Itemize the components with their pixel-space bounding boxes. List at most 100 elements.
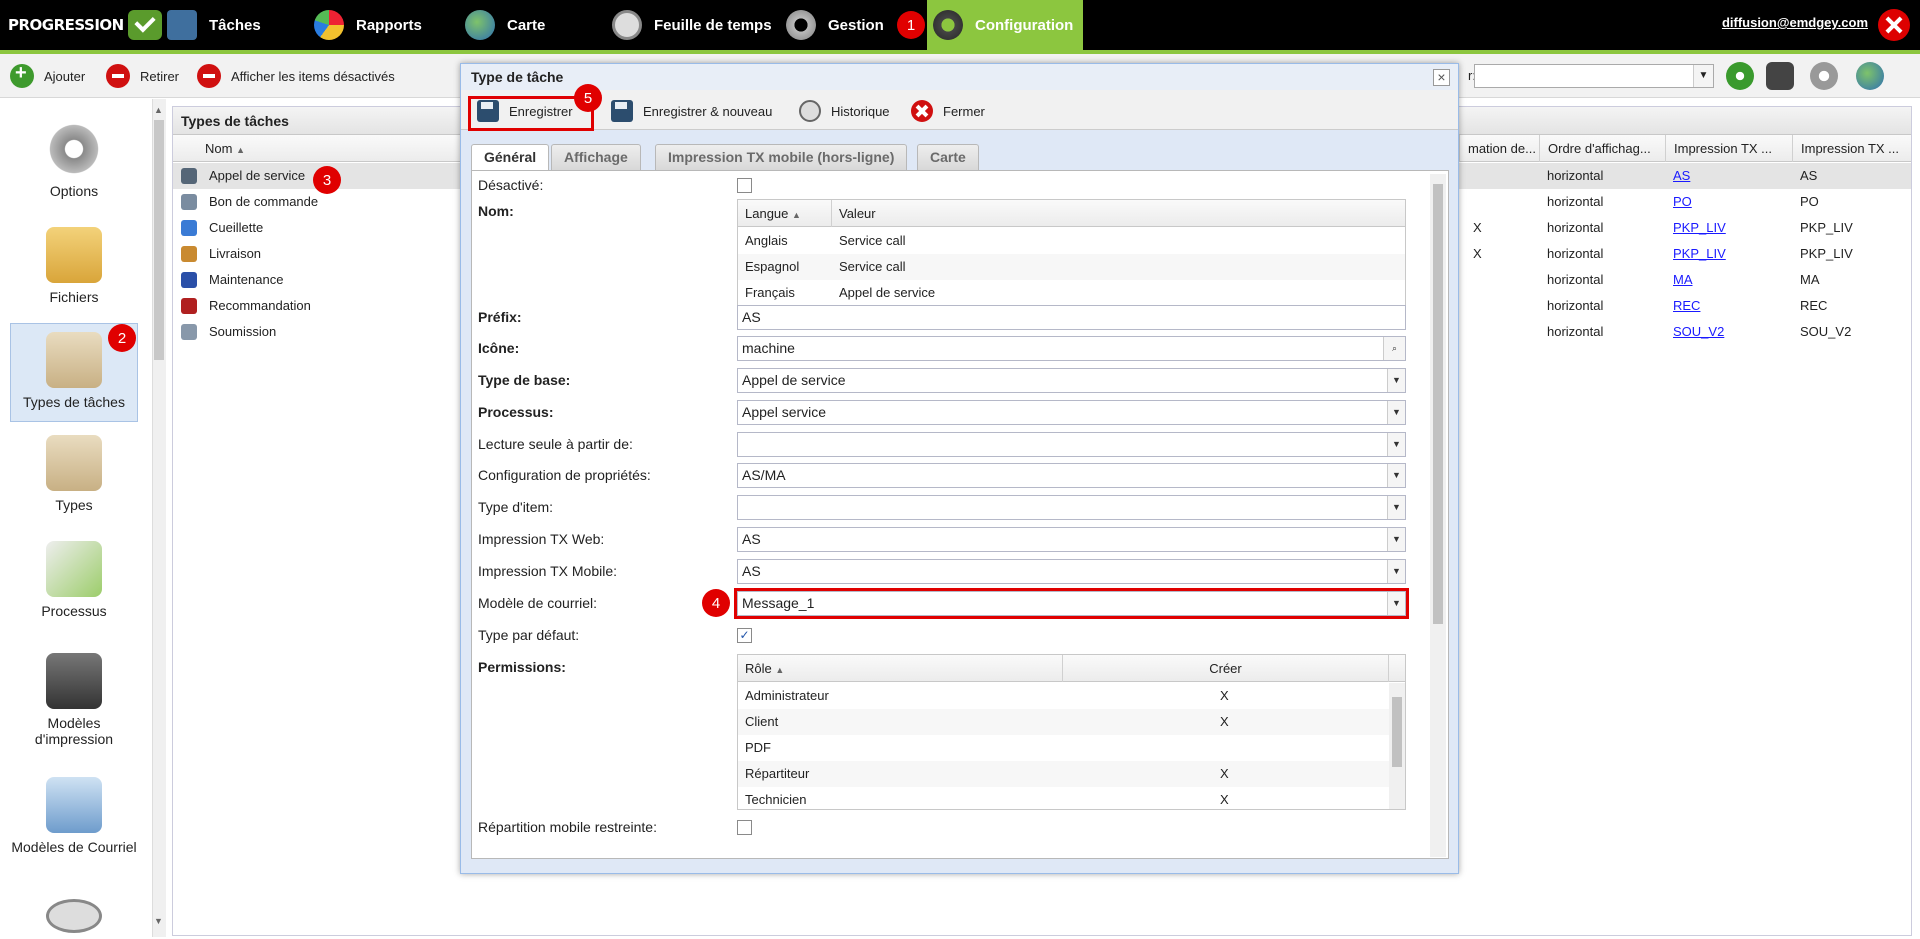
sidebar-item-label: Processus <box>41 603 107 619</box>
default-type-checkbox[interactable]: ✓ <box>737 628 752 643</box>
nav-rapports[interactable]: Rapports <box>314 0 422 50</box>
task-type-icon <box>181 246 197 262</box>
sidebar-item-modeles-courriel[interactable]: Modèles de Courriel <box>10 777 138 881</box>
chevron-down-icon[interactable]: ▼ <box>1387 464 1405 487</box>
permission-row[interactable]: Technicien X <box>738 787 1389 813</box>
filter-select[interactable]: ▼ <box>1474 64 1714 88</box>
prefix-input[interactable]: AS <box>737 305 1406 330</box>
sort-asc-icon: ▲ <box>236 145 245 155</box>
annotation-badge-5: 5 <box>574 84 602 112</box>
print-web-link[interactable]: AS <box>1673 168 1690 183</box>
sidebar-item-options[interactable]: Options <box>10 121 138 211</box>
nav-carte[interactable]: Carte <box>465 0 545 50</box>
nav-taches[interactable]: Tâches <box>167 0 261 50</box>
remove-button[interactable]: Retirer <box>106 63 179 89</box>
restricted-dispatch-checkbox[interactable] <box>737 820 752 835</box>
process-select[interactable]: Appel service ▼ <box>737 400 1406 425</box>
permission-row[interactable]: Client X <box>738 709 1389 735</box>
column-header-language[interactable]: Langue ▲ <box>738 200 832 227</box>
name-grid-row[interactable]: Anglais Service call <box>738 228 1405 254</box>
column-header-print-web[interactable]: Impression TX ... <box>1665 135 1793 162</box>
dialog-close-button[interactable]: × <box>1433 69 1450 86</box>
close-label: Fermer <box>943 103 985 119</box>
chevron-down-icon[interactable]: ▼ <box>1387 369 1405 392</box>
print-web-link[interactable]: PKP_LIV <box>1673 246 1726 261</box>
add-icon <box>10 62 34 88</box>
refresh-icon[interactable] <box>1726 62 1754 90</box>
item-type-label: Type d'item: <box>478 499 554 515</box>
column-header-order[interactable]: Ordre d'affichag... <box>1539 135 1667 162</box>
tab-impression-mobile[interactable]: Impression TX mobile (hors-ligne) <box>655 144 908 170</box>
print-web-link[interactable]: REC <box>1673 298 1700 313</box>
permissions-scrollbar-thumb[interactable] <box>1392 697 1402 767</box>
tab-general[interactable]: Général <box>471 144 550 171</box>
history-button[interactable]: Historique <box>799 98 890 124</box>
disabled-checkbox[interactable] <box>737 178 752 193</box>
tab-carte[interactable]: Carte <box>917 144 979 170</box>
column-header-print-mobile[interactable]: Impression TX ... <box>1792 135 1912 162</box>
readonly-from-select[interactable]: ▼ <box>737 432 1406 457</box>
chevron-down-icon[interactable]: ▼ <box>1693 65 1713 87</box>
app-logo[interactable]: PROGRESSION <box>8 10 162 40</box>
tab-affichage[interactable]: Affichage <box>551 144 641 170</box>
order-cell: horizontal <box>1547 220 1604 235</box>
print-mobile-cell: PKP_LIV <box>1800 220 1853 235</box>
email-model-label: Modèle de courriel: <box>478 595 598 611</box>
permission-row[interactable]: Administrateur X <box>738 683 1389 709</box>
print-mobile-select[interactable]: AS ▼ <box>737 559 1406 584</box>
sidebar-item-processus[interactable]: Processus <box>10 541 138 631</box>
nav-gestion[interactable]: Gestion <box>786 0 884 50</box>
save-and-new-button[interactable]: Enregistrer & nouveau <box>611 98 772 124</box>
sidebar-scrollbar-thumb[interactable] <box>154 120 164 360</box>
sidebar-item-fichiers[interactable]: Fichiers <box>10 227 138 317</box>
chevron-down-icon[interactable]: ▼ <box>1387 528 1405 551</box>
icon-input[interactable]: machine ⌕ <box>737 336 1406 361</box>
sidebar-item-label: Modèles de Courriel <box>11 839 137 855</box>
column-header-name[interactable]: Nom ▲ <box>197 135 457 162</box>
settings-icon[interactable] <box>1810 62 1838 90</box>
nav-feuille-de-temps[interactable]: Feuille de temps <box>612 0 772 50</box>
scroll-down-icon[interactable]: ▼ <box>154 916 163 926</box>
print-web-link[interactable]: MA <box>1673 272 1693 287</box>
logout-icon[interactable] <box>1878 9 1910 41</box>
column-header-role[interactable]: Rôle ▲ <box>738 655 1063 682</box>
base-type-select[interactable]: Appel de service ▼ <box>737 368 1406 393</box>
binoculars-icon[interactable] <box>1766 62 1794 90</box>
chevron-down-icon[interactable]: ▼ <box>1387 433 1405 456</box>
chevron-down-icon[interactable]: ▼ <box>1387 496 1405 519</box>
prefix-label: Préfix: <box>478 309 522 325</box>
add-button[interactable]: Ajouter <box>10 62 85 89</box>
top-navigation-bar: PROGRESSION Tâches Rapports Carte Feuill… <box>0 0 1920 50</box>
item-type-select[interactable]: ▼ <box>737 495 1406 520</box>
logo-text: PROGRESSION <box>8 16 124 34</box>
sidebar-item-partial[interactable] <box>10 899 138 939</box>
globe-settings-icon[interactable] <box>1856 62 1884 90</box>
permission-row[interactable]: PDF <box>738 735 1389 761</box>
permission-row[interactable]: Répartiteur X <box>738 761 1389 787</box>
print-web-select[interactable]: AS ▼ <box>737 527 1406 552</box>
print-web-link[interactable]: SOU_V2 <box>1673 324 1724 339</box>
column-header-value[interactable]: Valeur <box>832 200 1405 227</box>
name-grid-row[interactable]: Français Appel de service <box>738 280 1405 306</box>
chevron-down-icon[interactable]: ▼ <box>1387 560 1405 583</box>
search-icon[interactable]: ⌕ <box>1383 337 1405 360</box>
globe-icon <box>465 10 495 40</box>
scroll-up-icon[interactable]: ▲ <box>154 105 163 115</box>
show-disabled-button[interactable]: Afficher les items désactivés <box>197 63 395 89</box>
user-email-link[interactable]: diffusion@emdgey.com <box>1722 15 1868 30</box>
dialog-scrollbar-thumb[interactable] <box>1433 184 1443 624</box>
column-header-create[interactable]: Créer <box>1063 655 1389 682</box>
nav-configuration[interactable]: Configuration <box>927 0 1083 50</box>
chevron-down-icon[interactable]: ▼ <box>1387 401 1405 424</box>
tasks-icon <box>167 10 197 40</box>
sidebar-item-types[interactable]: Types <box>10 435 138 525</box>
close-button[interactable]: Fermer <box>911 98 985 124</box>
sidebar-item-modeles-impression[interactable]: Modèles d'impression <box>10 653 138 757</box>
annotation-badge-2: 2 <box>108 324 136 352</box>
property-config-select[interactable]: AS/MA ▼ <box>737 463 1406 488</box>
print-web-link[interactable]: PO <box>1673 194 1692 209</box>
name-grid-row[interactable]: Espagnol Service call <box>738 254 1405 280</box>
print-web-link[interactable]: PKP_LIV <box>1673 220 1726 235</box>
clock-icon <box>612 10 642 40</box>
name-cell: Livraison <box>209 246 262 261</box>
